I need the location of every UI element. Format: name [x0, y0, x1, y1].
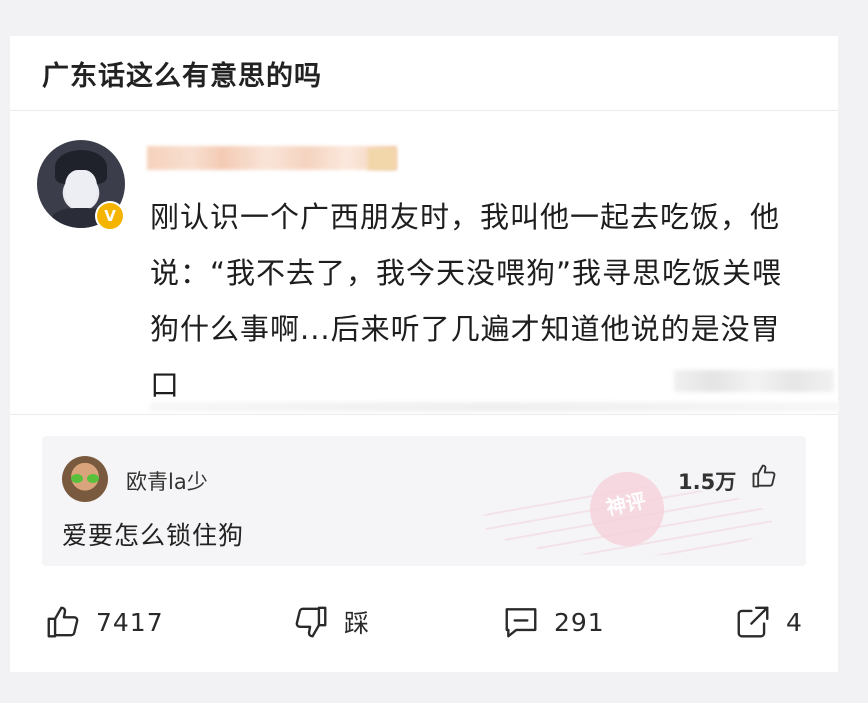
commenter-name[interactable]: 欧青la少 [126, 466, 208, 496]
action-bar: 7417 踩 291 4 [10, 596, 838, 652]
dislike-label: 踩 [344, 609, 371, 638]
verified-badge-icon: V [95, 201, 125, 231]
stamp-label: 神评 [603, 488, 649, 521]
like-button[interactable]: 7417 [44, 596, 164, 648]
comment-like-count: 1.5万 [678, 470, 737, 494]
author-name-redacted [147, 146, 397, 170]
like-count: 7417 [96, 607, 164, 637]
post-title-bar: 广东话这么有意思的吗 [10, 36, 838, 111]
content-fade [150, 402, 840, 412]
share-icon [737, 606, 769, 638]
watermark-redacted [674, 370, 834, 392]
commenter-avatar[interactable] [62, 456, 108, 502]
author-level-redacted [368, 148, 396, 170]
post-title[interactable]: 广东话这么有意思的吗 [42, 54, 322, 93]
comment-text: 爱要怎么锁住狗 [62, 521, 245, 550]
share-count: 4 [786, 607, 803, 637]
thumbs-down-icon [295, 606, 327, 638]
comment-button[interactable]: 291 [502, 596, 605, 648]
thumbs-up-icon [47, 606, 79, 638]
divider [10, 414, 838, 415]
comment-bubble-icon [505, 608, 537, 638]
post-card: 广东话这么有意思的吗 V 刚认识一个广西朋友时，我叫他一起去吃饭，他说：“我不去… [10, 36, 840, 672]
share-button[interactable]: 4 [734, 596, 803, 648]
thumbs-up-icon[interactable] [750, 462, 778, 490]
top-comment[interactable]: 神评 欧青la少 1.5万 爱要怎么锁住狗 [42, 436, 806, 566]
comment-count: 291 [554, 607, 605, 637]
dislike-button[interactable]: 踩 [292, 596, 370, 648]
